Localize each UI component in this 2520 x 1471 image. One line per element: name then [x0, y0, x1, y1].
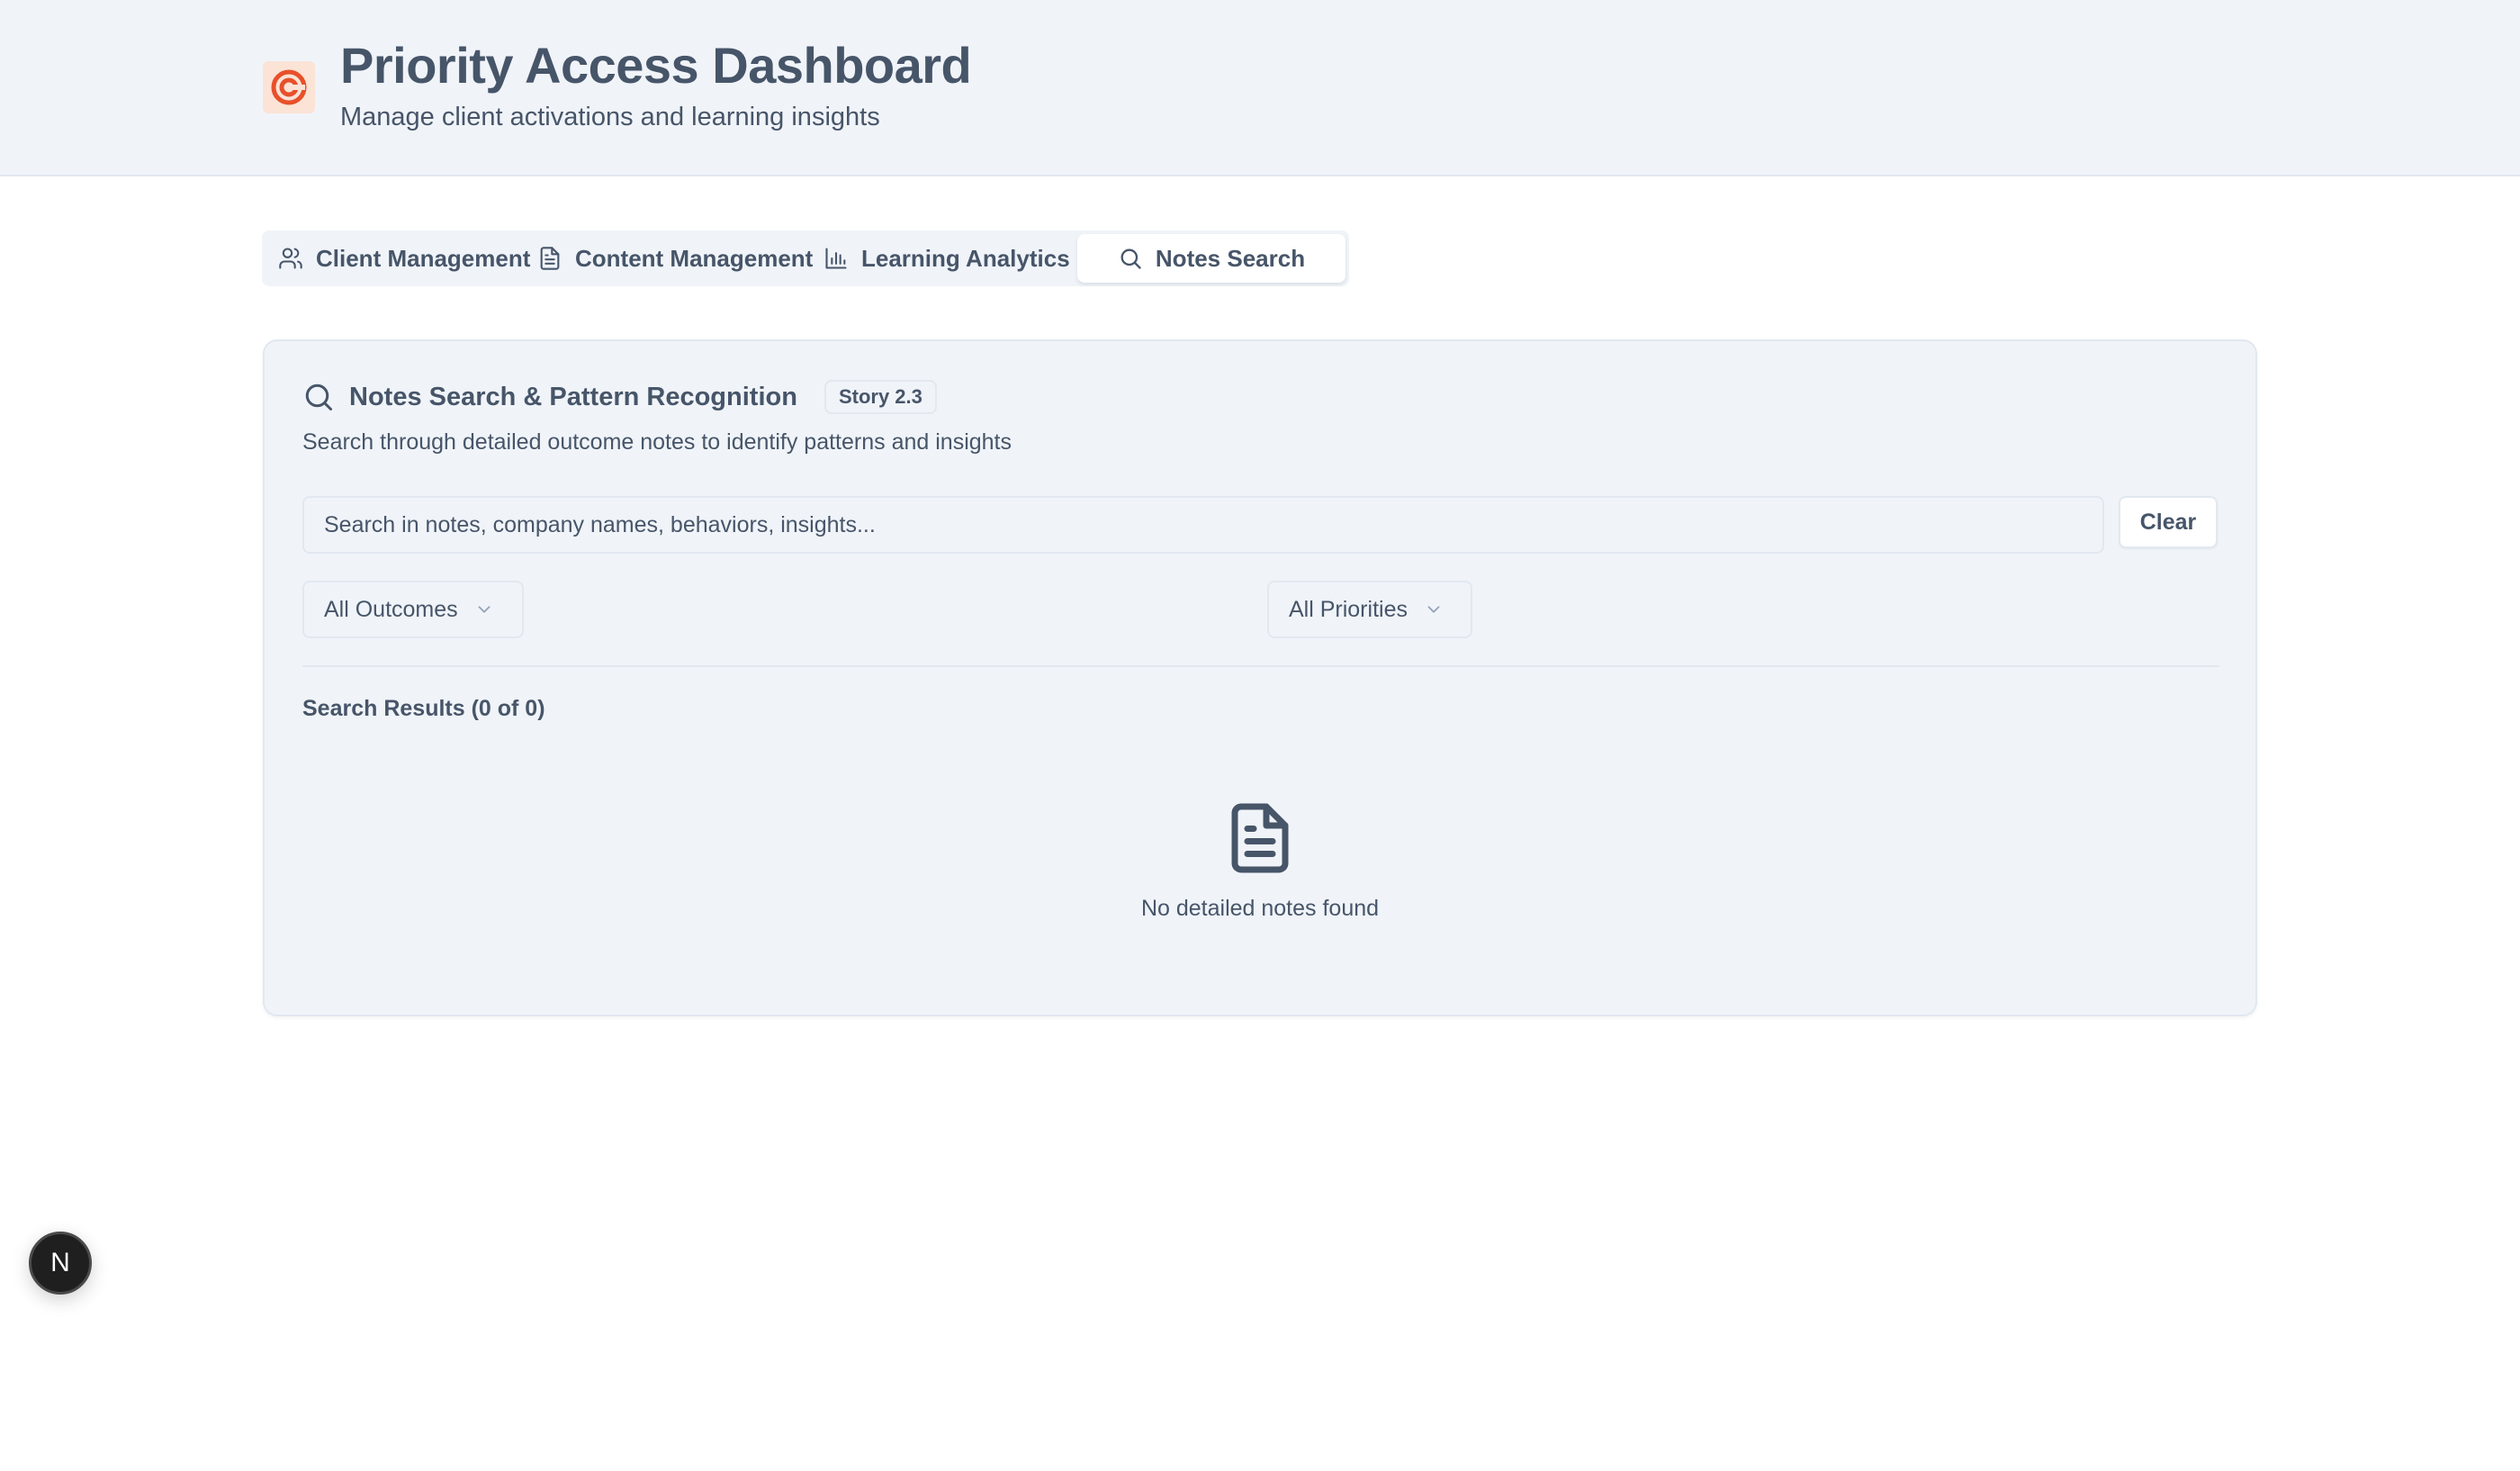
fab-label: N [50, 1248, 70, 1277]
outcome-filter-select[interactable]: All Outcomes [302, 581, 524, 638]
tab-label: Client Management [316, 244, 531, 272]
notes-search-input[interactable] [302, 496, 2104, 554]
empty-state-message: No detailed notes found [1140, 896, 1380, 921]
bar-chart-icon [825, 248, 847, 269]
tab-learning-analytics[interactable]: Learning Analytics [824, 234, 1070, 283]
app-header: Priority Access Dashboard Manage client … [0, 0, 2520, 176]
tab-label: Content Management [575, 244, 814, 272]
card-description: Search through detailed outcome notes to… [302, 429, 1012, 455]
chevron-down-icon [478, 606, 490, 613]
file-text-icon [540, 247, 560, 270]
story-badge: Story 2.3 [824, 380, 937, 414]
page-title: Priority Access Dashboard [340, 37, 972, 94]
file-text-icon [1231, 803, 1289, 873]
priority-filter-value: All Priorities [1289, 596, 1408, 622]
section-divider [302, 665, 2219, 667]
tab-label: Learning Analytics [861, 244, 1070, 272]
notes-search-card: Notes Search & Pattern Recognition Story… [263, 339, 2257, 1016]
priority-filter-select[interactable]: All Priorities [1267, 581, 1472, 638]
card-header: Notes Search & Pattern Recognition Story… [302, 379, 937, 415]
page-subtitle: Manage client activations and learning i… [340, 103, 880, 131]
search-icon [1120, 248, 1141, 269]
tab-label: Notes Search [1155, 244, 1306, 272]
users-icon [279, 248, 302, 269]
tab-content-management[interactable]: Content Management [537, 234, 813, 283]
clear-button[interactable]: Clear [2119, 496, 2218, 548]
tab-notes-search[interactable]: Notes Search [1077, 234, 1346, 283]
dev-tools-button[interactable]: N [29, 1232, 92, 1295]
tab-client-management[interactable]: Client Management [278, 234, 530, 283]
results-heading: Search Results (0 of 0) [302, 696, 545, 721]
tab-bar: Client Management Content Management Lea… [262, 230, 1349, 286]
search-icon [305, 384, 332, 411]
target-logo-icon [263, 61, 315, 113]
card-title: Notes Search & Pattern Recognition [349, 382, 797, 411]
chevron-down-icon [1427, 606, 1440, 613]
outcome-filter-value: All Outcomes [324, 596, 458, 622]
